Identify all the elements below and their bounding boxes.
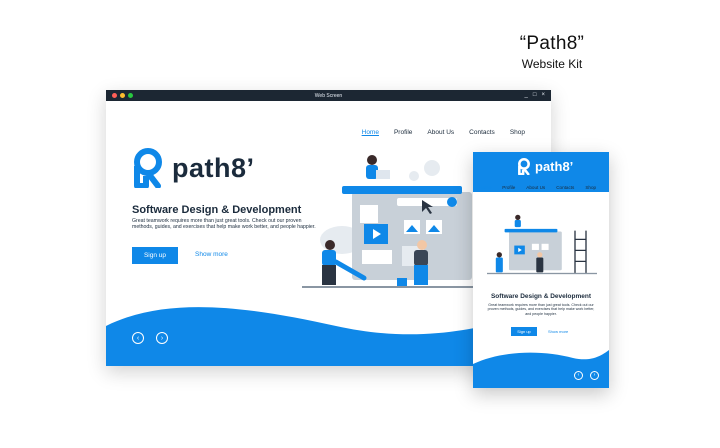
person-right-body bbox=[414, 250, 428, 266]
path8-logo-icon bbox=[518, 158, 530, 175]
logo-wordmark: path8’ bbox=[172, 152, 255, 183]
nav-shop[interactable]: Shop bbox=[510, 129, 525, 136]
kit-title: “Path8” Website Kit bbox=[492, 33, 612, 71]
show-more-link[interactable]: Show more bbox=[195, 251, 228, 258]
nav-profile[interactable]: Profile bbox=[394, 129, 412, 136]
brand-logo[interactable]: path8’ bbox=[132, 148, 255, 188]
mobile-hero-heading: Software Design & Development bbox=[490, 293, 592, 300]
mobile-nav: Home Profile About Us Contacts Shop bbox=[479, 185, 596, 190]
nav-contacts[interactable]: Contacts bbox=[469, 129, 495, 136]
mobile-teamwork-illustration bbox=[487, 214, 597, 275]
hero-heading: Software Design & Development bbox=[132, 204, 302, 216]
mobile-nav-about-us[interactable]: About Us bbox=[526, 185, 545, 190]
nav-about-us[interactable]: About Us bbox=[427, 129, 454, 136]
hero-body: Great teamwork requires more than just g… bbox=[132, 218, 316, 231]
path8-logo-icon bbox=[134, 148, 162, 188]
mockup-stage: “Path8” Website Kit Web Screen _ □ × Hom… bbox=[0, 0, 720, 448]
person-left-legs bbox=[322, 265, 336, 285]
mobile-nav-profile[interactable]: Profile bbox=[502, 185, 515, 190]
person-top-head bbox=[367, 155, 377, 165]
mobile-brand-logo[interactable]: path8’ bbox=[517, 158, 573, 175]
person-left-body bbox=[322, 250, 336, 266]
code-tile bbox=[362, 250, 392, 264]
desktop-nav: Home Profile About Us Contacts Shop bbox=[362, 129, 525, 136]
mobile-hero-body: Great teamwork requires more than just g… bbox=[487, 303, 595, 316]
mobile-logo-wordmark: path8’ bbox=[535, 159, 574, 174]
nav-home[interactable]: Home bbox=[362, 129, 379, 136]
mobile-nav-home[interactable]: Home bbox=[479, 185, 491, 190]
mobile-mockup: path8’ Home Profile About Us Contacts Sh… bbox=[473, 152, 609, 388]
kit-subtitle: Website Kit bbox=[521, 57, 583, 71]
minimize-icon[interactable]: _ bbox=[525, 91, 528, 100]
paint-bucket-icon bbox=[397, 278, 407, 286]
person-right-legs bbox=[414, 265, 428, 285]
close-icon[interactable]: × bbox=[541, 91, 545, 100]
mobile-show-more-link[interactable]: Show more bbox=[548, 329, 568, 334]
laptop-icon bbox=[376, 170, 390, 179]
person-right-head bbox=[417, 240, 427, 250]
app-panel-header bbox=[342, 186, 462, 194]
mobile-signup-button[interactable]: Sign up bbox=[511, 327, 537, 336]
search-icon bbox=[447, 197, 457, 207]
mobile-nav-contacts[interactable]: Contacts bbox=[556, 185, 574, 190]
person-left-head bbox=[325, 240, 335, 250]
mobile-wave bbox=[473, 350, 609, 388]
window-title: Web Screen bbox=[314, 92, 343, 99]
mobile-chevron-right-icon[interactable]: › bbox=[590, 371, 599, 380]
window-titlebar: Web Screen _ □ × bbox=[106, 90, 551, 101]
chevron-right-icon[interactable]: › bbox=[156, 332, 168, 344]
menu-tile bbox=[360, 205, 378, 223]
mobile-chevron-left-icon[interactable]: ‹ bbox=[574, 371, 583, 380]
signup-button[interactable]: Sign up bbox=[132, 247, 178, 264]
chevron-left-icon[interactable]: ‹ bbox=[132, 332, 144, 344]
kit-name: “Path8” bbox=[519, 33, 585, 54]
restore-icon[interactable]: □ bbox=[533, 91, 537, 100]
mobile-nav-shop[interactable]: Shop bbox=[585, 185, 596, 190]
